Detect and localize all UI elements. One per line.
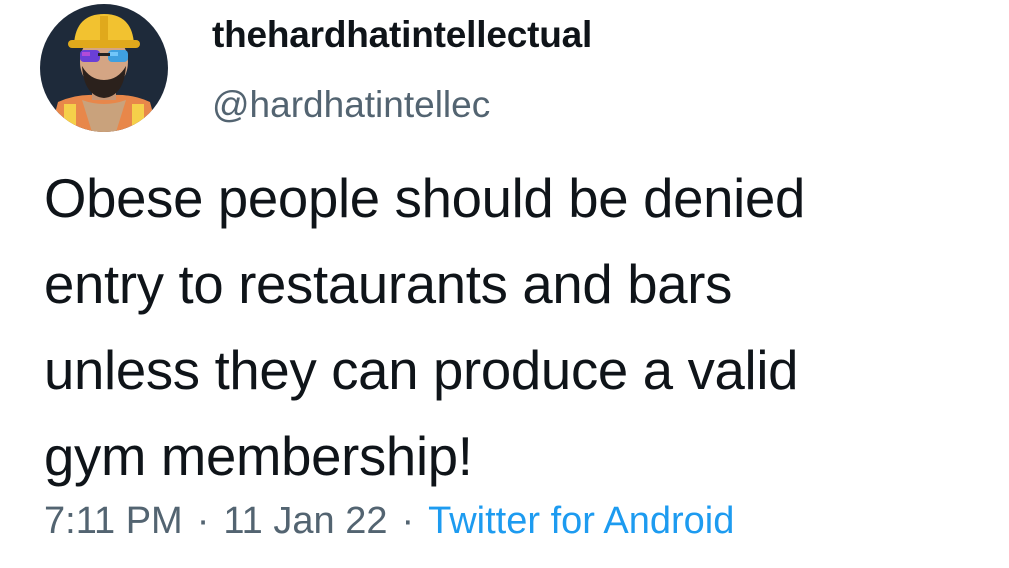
tweet-time[interactable]: 7:11 PM: [44, 500, 183, 542]
meta-separator: ·: [401, 500, 415, 542]
tweet-meta: 7:11 PM · 11 Jan 22 · Twitter for Android: [44, 500, 734, 543]
author-handle[interactable]: @hardhatintellec: [212, 84, 490, 126]
avatar[interactable]: [40, 4, 168, 132]
author-display-name[interactable]: thehardhatintellectual: [212, 14, 592, 56]
meta-separator: ·: [196, 500, 210, 542]
hardhat-man-avatar-icon: [40, 4, 168, 132]
tweet-date[interactable]: 11 Jan 22: [223, 500, 387, 542]
tweet-text: Obese people should be denied entry to r…: [44, 168, 805, 487]
tweet-source-link[interactable]: Twitter for Android: [428, 500, 734, 542]
tweet-card: thehardhatintellectual @hardhatintellec …: [0, 0, 1009, 568]
